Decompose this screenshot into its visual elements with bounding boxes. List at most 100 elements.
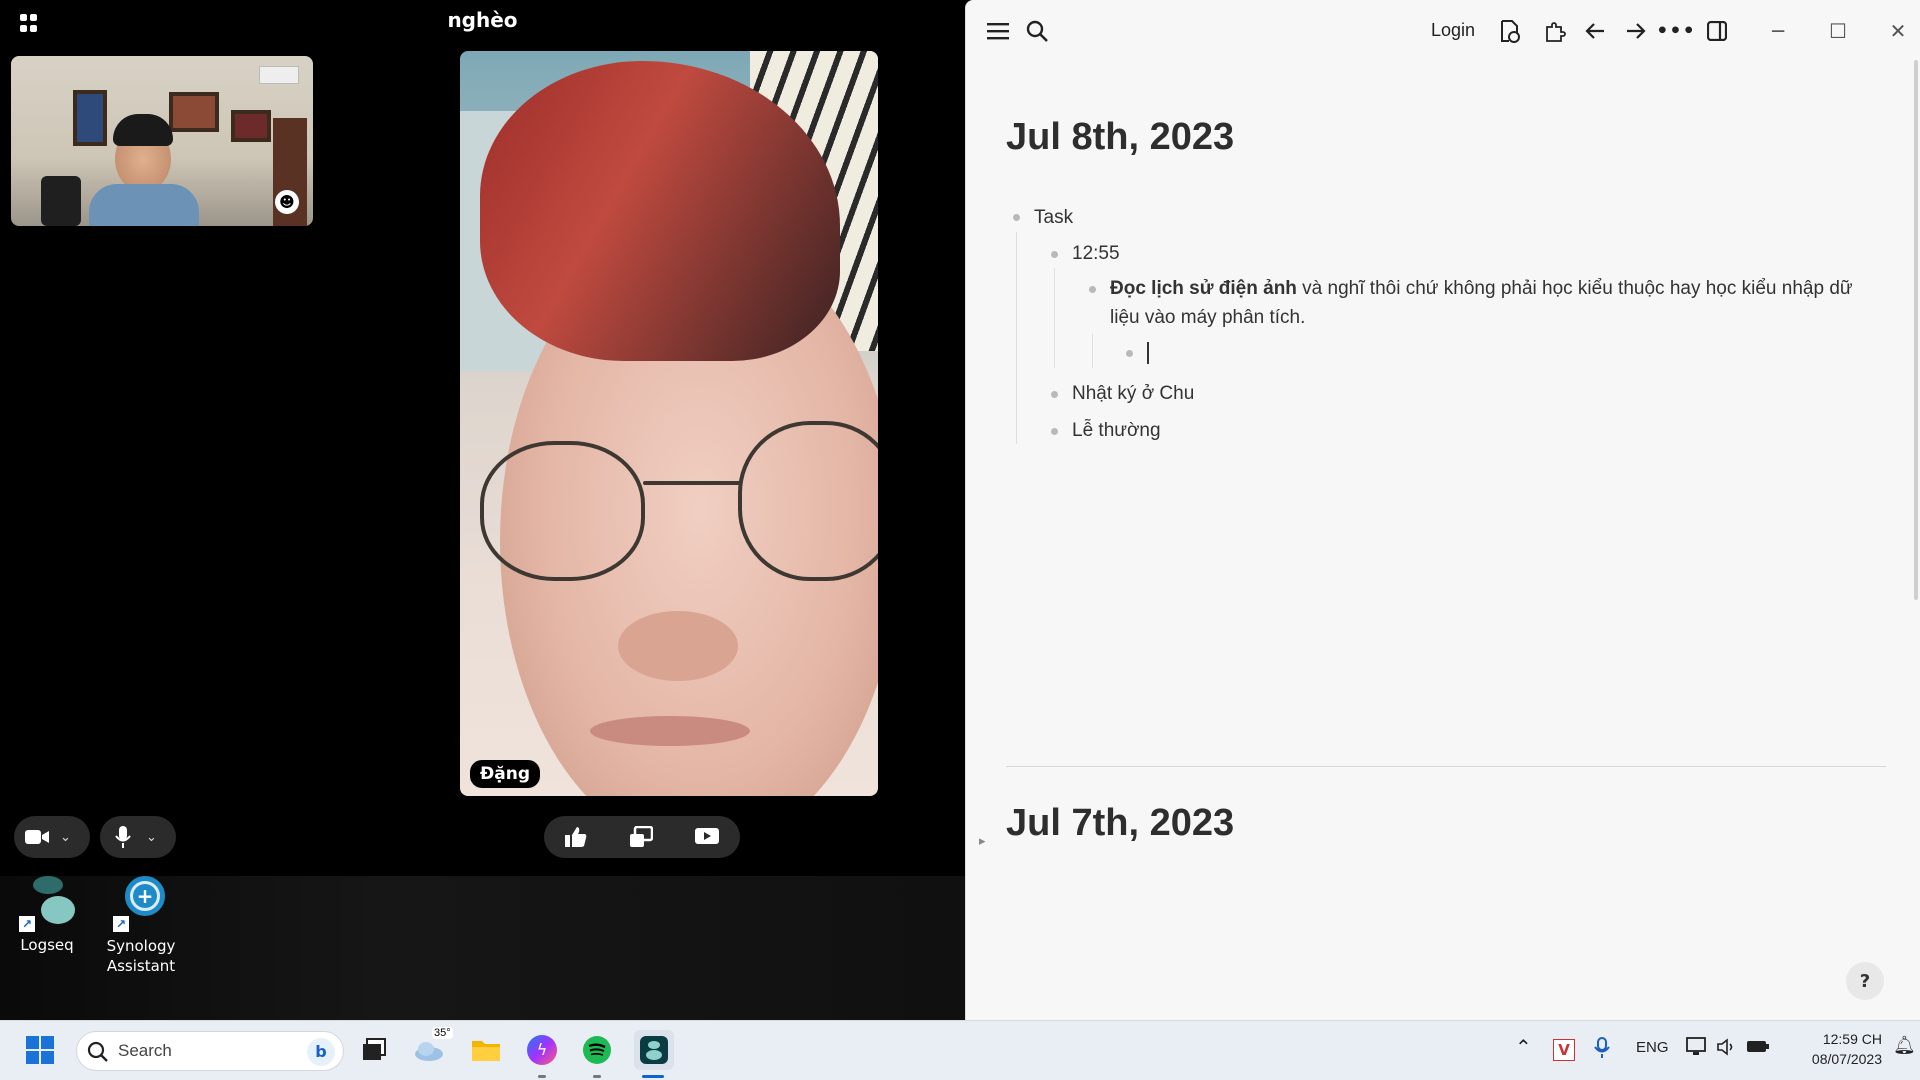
block-guide-line <box>1054 268 1055 368</box>
spotify-button[interactable] <box>580 1033 614 1067</box>
start-button[interactable] <box>23 1033 57 1067</box>
sidebar-right-icon <box>1707 21 1727 41</box>
editing-cursor[interactable] <box>1147 342 1149 364</box>
block-bullet[interactable] <box>1013 214 1020 221</box>
journal-title[interactable]: Jul 7th, 2023 <box>1006 802 1234 845</box>
shortcut-arrow-icon: ↗ <box>113 916 129 932</box>
taskbar: Search b 35° ϟ ⌃ V ENG 12:59 CH 08/07/20… <box>0 1020 1920 1080</box>
taskbar-search[interactable]: Search b <box>76 1031 344 1071</box>
block-diary[interactable]: Nhật ký ở Chu <box>1072 379 1194 408</box>
notifications-icon[interactable]: 🔔︎ <box>1893 1035 1916 1056</box>
file-explorer-button[interactable] <box>469 1033 503 1067</box>
weather-widget[interactable]: 35° <box>412 1027 453 1067</box>
windows-logo-icon <box>26 1036 54 1064</box>
active-indicator <box>642 1075 664 1078</box>
block-le[interactable]: Lễ thường <box>1072 416 1161 445</box>
note-text: và nghĩ thôi chứ không phải học kiểu thu… <box>1296 278 1853 299</box>
spotify-icon <box>583 1036 611 1064</box>
synology-assistant-icon: + ↗ <box>113 876 169 932</box>
remote-nose <box>618 611 738 681</box>
network-icon[interactable] <box>1686 1037 1708 1061</box>
running-indicator <box>593 1075 601 1078</box>
watch-together-button[interactable] <box>694 827 720 847</box>
minimize-button[interactable]: ─ <box>1763 16 1793 46</box>
cloud-weather-icon <box>415 1042 443 1061</box>
desktop-area: ↗ Logseq + ↗ Synology Assistant <box>0 876 965 1021</box>
help-button[interactable]: ? <box>1846 962 1884 1000</box>
forward-button[interactable] <box>1622 18 1650 44</box>
self-video-view[interactable]: ☻ <box>11 56 313 226</box>
share-screen-button[interactable] <box>629 826 653 848</box>
task-view-button[interactable] <box>357 1033 391 1067</box>
desktop-icon-logseq[interactable]: ↗ Logseq <box>2 876 92 954</box>
search-button[interactable] <box>1023 18 1051 44</box>
microphone-tray-icon[interactable] <box>1594 1037 1610 1063</box>
page-history-button[interactable] <box>1496 18 1524 44</box>
right-sidebar-toggle-button[interactable] <box>1703 18 1731 44</box>
login-button[interactable]: Login <box>1431 20 1475 41</box>
shortcut-arrow-icon: ↗ <box>19 916 35 932</box>
maximize-button[interactable]: ☐ <box>1823 16 1853 46</box>
folder-icon <box>472 1041 500 1061</box>
camera-control[interactable]: ⌄ <box>14 816 90 858</box>
block-bullet[interactable] <box>1051 428 1058 435</box>
block-guide-line <box>1016 232 1017 444</box>
camera-button[interactable] <box>14 828 60 846</box>
sidebar-toggle-button[interactable] <box>984 18 1012 44</box>
call-actions-bar <box>544 816 740 858</box>
messenger-button[interactable]: ϟ <box>525 1033 559 1067</box>
back-button[interactable] <box>1581 18 1609 44</box>
chevron-down-icon[interactable]: ⌄ <box>146 830 157 845</box>
call-title: nghèo <box>447 8 518 32</box>
logseq-window: Login ••• ─ ☐ ✕ Jul 8th, 2023 Task 12:55… <box>965 0 1920 1020</box>
logseq-app-icon <box>640 1036 668 1064</box>
bing-icon[interactable]: b <box>307 1038 335 1066</box>
battery-icon[interactable] <box>1746 1037 1770 1059</box>
arrow-left-icon <box>1585 23 1604 39</box>
glasses-right-lens <box>738 421 878 581</box>
show-hidden-icons-chevron-icon[interactable]: ⌃ <box>1515 1035 1532 1060</box>
block-note[interactable]: Đọc lịch sử điện ảnh và nghĩ thôi chứ kh… <box>1110 274 1880 332</box>
remote-video-view: Đặng <box>460 51 878 796</box>
glasses-bridge <box>643 481 741 485</box>
microphone-icon <box>115 826 131 848</box>
block-time[interactable]: 12:55 <box>1072 239 1120 268</box>
journal-title[interactable]: Jul 8th, 2023 <box>1006 116 1234 159</box>
mic-button[interactable] <box>100 825 146 849</box>
effects-icon[interactable]: ☻ <box>275 190 299 214</box>
desktop-icon-synology-assistant[interactable]: + ↗ Synology Assistant <box>96 876 186 976</box>
remote-mouth <box>590 716 750 746</box>
more-options-icon[interactable]: ••• <box>1656 18 1694 44</box>
language-indicator[interactable]: ENG <box>1636 1039 1669 1056</box>
volume-icon[interactable] <box>1716 1037 1738 1061</box>
office-chair <box>41 176 81 226</box>
close-button[interactable]: ✕ <box>1883 16 1913 46</box>
like-button[interactable] <box>564 826 588 848</box>
weather-temp: 35° <box>432 1027 453 1039</box>
note-text-continued: liệu vào máy phân tích. <box>1110 307 1306 328</box>
collapse-arrow-icon[interactable]: ▸ <box>979 834 986 849</box>
plugins-button[interactable] <box>1541 18 1569 44</box>
self-shirt <box>89 184 199 226</box>
vivaldi-tray-icon[interactable]: V <box>1553 1039 1575 1061</box>
logseq-taskbar-button[interactable] <box>634 1030 674 1070</box>
task-view-icon <box>363 1038 386 1060</box>
search-icon <box>87 1041 108 1062</box>
block-bullet[interactable] <box>1051 391 1058 398</box>
messenger-icon: ϟ <box>527 1035 557 1065</box>
scrollbar[interactable] <box>1914 60 1918 600</box>
clock-date: 08/07/2023 <box>1811 1051 1882 1067</box>
clock[interactable]: 12:59 CH 08/07/2023 <box>1792 1029 1882 1069</box>
mic-control[interactable]: ⌄ <box>100 816 176 858</box>
chevron-down-icon[interactable]: ⌄ <box>60 830 71 845</box>
air-conditioner <box>259 66 299 84</box>
logseq-icon: ↗ <box>19 876 75 932</box>
block-bullet[interactable] <box>1051 251 1058 258</box>
block-bullet[interactable] <box>1126 350 1133 357</box>
search-label: Search <box>118 1041 172 1060</box>
block-task[interactable]: Task <box>1034 203 1073 232</box>
video-call-window: nghèo ☻ Đặng ⌄ ⌄ <box>0 0 965 876</box>
play-screen-icon <box>694 828 719 844</box>
block-bullet[interactable] <box>1089 286 1096 293</box>
search-icon <box>1026 20 1048 42</box>
